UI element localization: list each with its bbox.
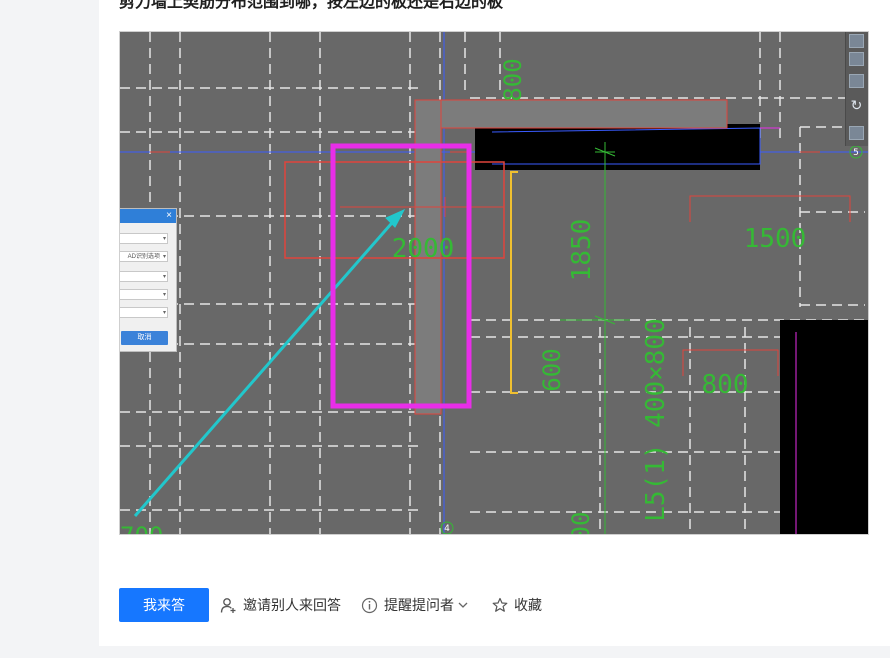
slab-top-right	[475, 124, 760, 170]
cad-drawing: 800 2000 1850 1500 800 600 L5(1) 400×800…	[120, 32, 868, 535]
dialog-select-5[interactable]	[120, 307, 168, 318]
dim-800-right: 800	[702, 370, 749, 400]
dim-800-top: 800	[499, 58, 527, 101]
svg-text:5: 5	[853, 148, 859, 158]
dim-00-bottom: 00	[567, 512, 595, 535]
dialog-select-1[interactable]	[120, 233, 168, 244]
invite-action[interactable]: 邀请别人来回答	[220, 588, 341, 622]
axis-bubble-4: 4	[440, 521, 454, 534]
yellow-rebar-line	[510, 171, 518, 394]
view-3d-icon[interactable]	[849, 74, 864, 88]
dialog-select-3[interactable]	[120, 271, 168, 282]
dim-1850: 1850	[567, 219, 597, 282]
cad-settings-dialog: × AD识别选项 取消	[120, 208, 177, 352]
dim-2000: 2000	[392, 234, 455, 264]
dialog-select-4[interactable]	[120, 289, 168, 300]
view-cube-icon[interactable]	[849, 34, 864, 48]
layers-icon[interactable]	[849, 126, 864, 140]
dim-1500: 1500	[744, 224, 807, 254]
remind-label: 提醒提问者	[384, 598, 454, 614]
slab-right-bottom	[780, 320, 868, 534]
remind-action[interactable]: 提醒提问者	[361, 588, 469, 622]
rotate-icon[interactable]: ↻	[849, 98, 864, 112]
collect-label: 收藏	[514, 598, 542, 614]
question-title: 剪力墙上契筋分布范围到哪，按左边的板还是右边的板	[119, 0, 504, 11]
collect-action[interactable]: 收藏	[492, 588, 542, 622]
dim-600: 600	[538, 348, 566, 391]
beam-label: L5(1) 400×800	[641, 318, 671, 522]
dim-700: 700	[120, 522, 163, 535]
question-action-bar: 我来答 邀请别人来回答 提醒提问者 收藏	[119, 588, 819, 622]
chevron-down-icon[interactable]	[457, 599, 469, 611]
dialog-cancel-button[interactable]: 取消	[121, 331, 168, 345]
magenta-highlight	[330, 143, 472, 409]
view-front-icon[interactable]	[849, 52, 864, 66]
info-circle-icon	[361, 597, 378, 613]
star-icon	[492, 597, 508, 612]
svg-text:4: 4	[444, 524, 450, 534]
close-icon[interactable]: ×	[166, 209, 172, 223]
answer-button[interactable]: 我来答	[119, 588, 209, 622]
wall-horizontal	[414, 99, 728, 129]
question-screenshot[interactable]: 800 2000 1850 1500 800 600 L5(1) 400×800…	[119, 31, 869, 535]
user-plus-icon	[220, 597, 236, 613]
dialog-select-2[interactable]: AD识别选项	[120, 251, 168, 262]
dialog-titlebar: ×	[120, 209, 176, 223]
invite-label: 邀请别人来回答	[243, 598, 341, 614]
cad-view-toolbar: ↻	[845, 32, 868, 146]
